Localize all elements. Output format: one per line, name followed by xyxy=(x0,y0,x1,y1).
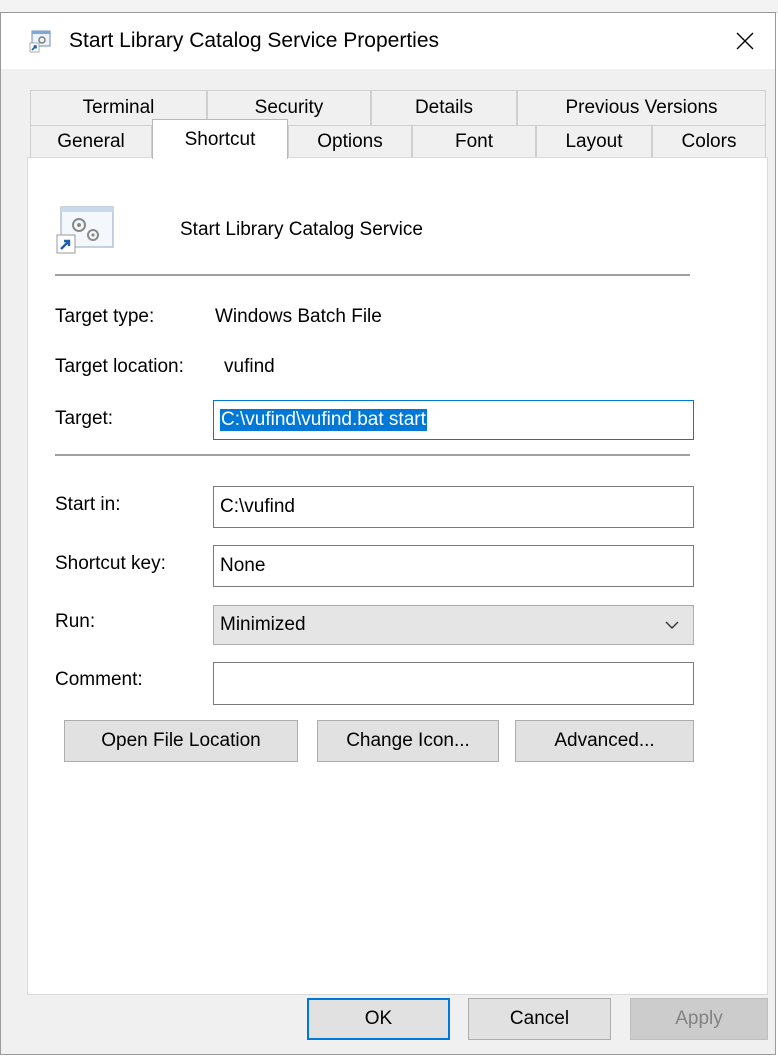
tab-shortcut[interactable]: Shortcut xyxy=(152,119,288,159)
close-button[interactable] xyxy=(715,13,775,69)
run-select[interactable]: Minimized xyxy=(213,605,694,645)
target-label: Target: xyxy=(55,408,114,429)
tab-options[interactable]: Options xyxy=(288,125,412,158)
separator-middle xyxy=(55,454,690,457)
open-file-location-button[interactable]: Open File Location xyxy=(64,720,298,762)
target-type-label: Target type: xyxy=(55,306,155,327)
shortcut-key-text: None xyxy=(220,555,266,576)
tab-details[interactable]: Details xyxy=(371,90,517,125)
shortcut-app-icon xyxy=(29,30,51,53)
ok-button[interactable]: OK xyxy=(307,998,450,1040)
run-selected-value: Minimized xyxy=(220,614,306,635)
change-icon-button[interactable]: Change Icon... xyxy=(317,720,499,762)
tab-layout[interactable]: Layout xyxy=(536,125,652,158)
separator-top xyxy=(55,274,690,277)
tab-previous-versions[interactable]: Previous Versions xyxy=(517,90,766,125)
title-bar: Start Library Catalog Service Properties xyxy=(1,13,775,69)
tab-colors[interactable]: Colors xyxy=(652,125,766,158)
shortcut-key-label: Shortcut key: xyxy=(55,553,166,574)
target-type-value: Windows Batch File xyxy=(215,306,382,327)
start-in-label: Start in: xyxy=(55,494,121,515)
apply-button[interactable]: Apply xyxy=(630,998,768,1040)
close-icon xyxy=(736,32,754,50)
target-input-text: C:\vufind\vufind.bat start xyxy=(220,409,427,431)
run-label: Run: xyxy=(55,611,96,632)
shortcut-tab-panel: Start Library Catalog Service Target typ… xyxy=(27,157,768,995)
target-location-value: vufind xyxy=(224,356,275,377)
window-title: Start Library Catalog Service Properties xyxy=(69,29,439,52)
advanced-button[interactable]: Advanced... xyxy=(515,720,694,762)
properties-dialog: Start Library Catalog Service Properties… xyxy=(0,12,776,1055)
shortcut-key-input[interactable]: None xyxy=(213,545,694,587)
target-input[interactable]: C:\vufind\vufind.bat start xyxy=(213,400,694,440)
start-in-input[interactable]: C:\vufind xyxy=(213,486,694,528)
chevron-down-icon xyxy=(665,621,679,629)
tab-general[interactable]: General xyxy=(30,125,152,158)
batch-file-gear-icon xyxy=(56,206,114,254)
shortcut-name: Start Library Catalog Service xyxy=(180,219,423,240)
start-in-text: C:\vufind xyxy=(220,496,295,517)
comment-input[interactable] xyxy=(213,662,694,705)
target-location-label: Target location: xyxy=(55,356,184,377)
cancel-button[interactable]: Cancel xyxy=(468,998,611,1040)
tab-font[interactable]: Font xyxy=(412,125,536,158)
comment-label: Comment: xyxy=(55,669,143,690)
